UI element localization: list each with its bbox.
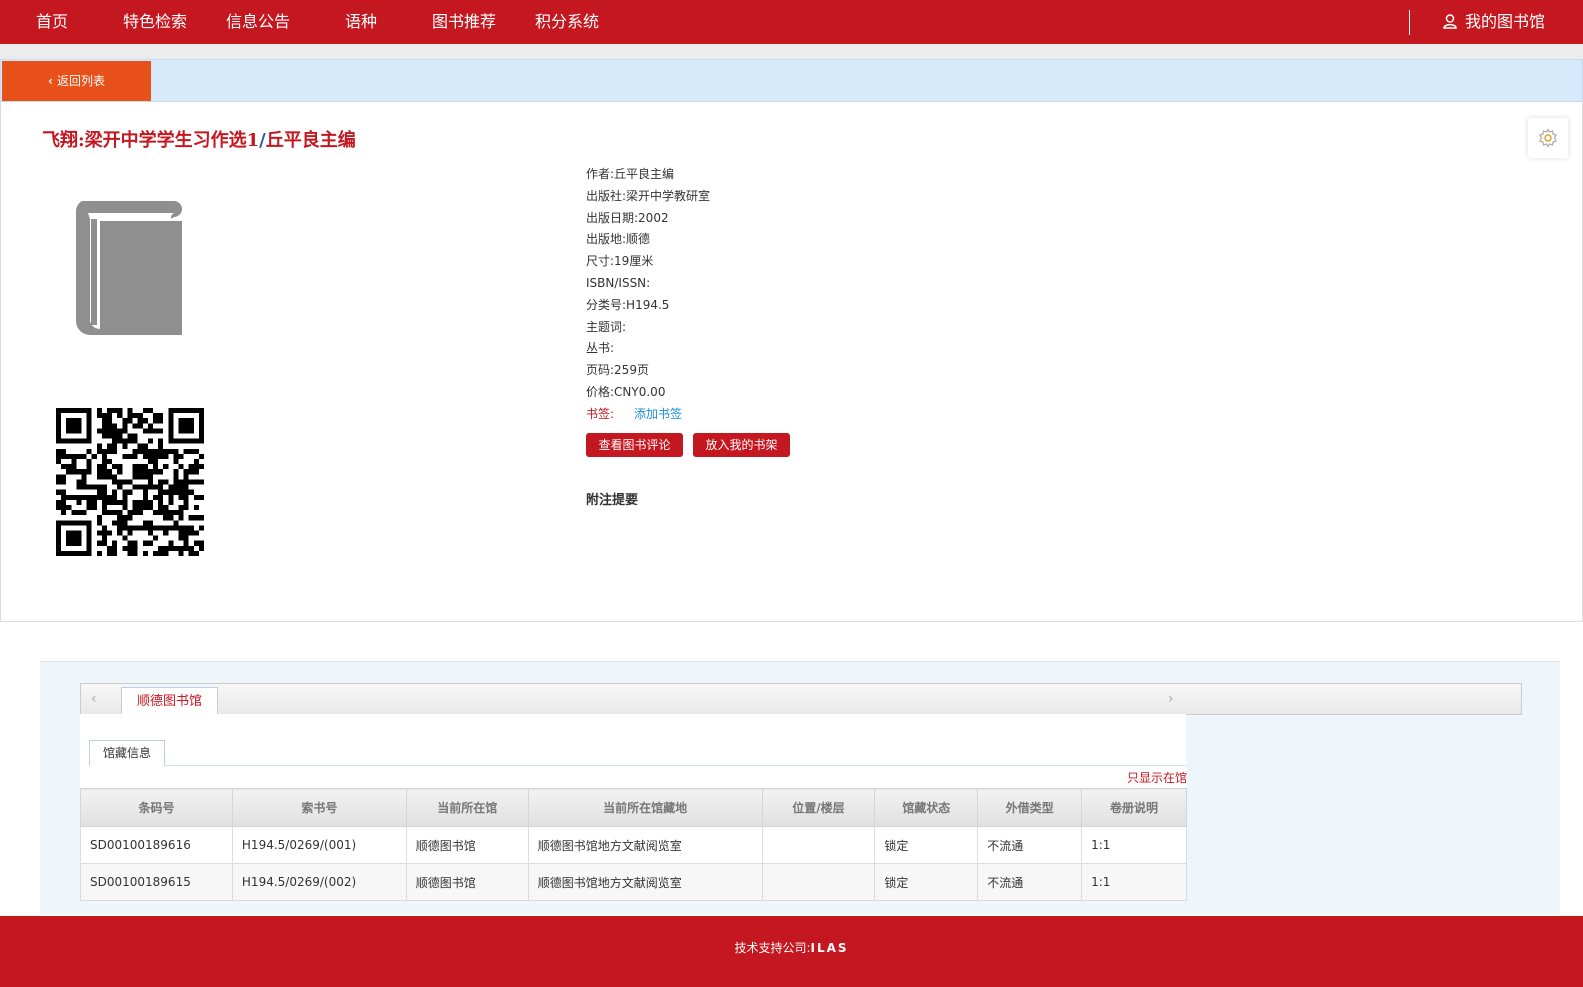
cell-volume-note: 1:1 (1081, 863, 1187, 901)
cell-barcode: SD00100189616 (80, 826, 233, 864)
sub-tab-underline (89, 765, 1186, 766)
tab-scroll-right-icon[interactable]: › (1168, 684, 1174, 714)
col-loan-type: 外借类型 (977, 788, 1083, 827)
nav-divider (1409, 10, 1410, 35)
meta-publisher: 出版社:梁开中学教研室 (586, 188, 711, 203)
nav-home[interactable]: 首页 (36, 0, 68, 44)
view-reviews-button[interactable]: 查看图书评论 (586, 433, 683, 457)
nav-points-system[interactable]: 积分系统 (535, 0, 599, 44)
footer-label: 技术支持公司: (734, 941, 811, 955)
qr-code (56, 408, 204, 556)
nav-languages[interactable]: 语种 (345, 0, 377, 44)
holdings-table: 条码号 索书号 当前所在馆 当前所在馆藏地 位置/楼层 馆藏状态 外借类型 卷册… (80, 788, 1187, 901)
book-title-main: 飞翔:梁开中学学生习作选1 (42, 130, 260, 151)
meta-series: 丛书: (586, 341, 615, 356)
back-bar: ‹ 返回列表 (0, 59, 1583, 102)
table-header-row: 条码号 索书号 当前所在馆 当前所在馆藏地 位置/楼层 馆藏状态 外借类型 卷册… (80, 788, 1187, 827)
nav-special-search[interactable]: 特色检索 (123, 0, 187, 44)
library-tab-bar: ‹ › (80, 683, 1522, 715)
settings-float-button[interactable] (1528, 118, 1568, 158)
tab-holding-info[interactable]: 馆藏信息 (89, 740, 165, 767)
meta-isbn: ISBN/ISSN: (586, 275, 651, 290)
qr-modules (56, 408, 204, 556)
top-navbar: 首页 特色检索 信息公告 语种 图书推荐 积分系统 我的图书馆 (0, 0, 1583, 44)
cell-current-location: 顺德图书馆地方文献阅览室 (527, 863, 763, 901)
cell-status: 锁定 (874, 863, 979, 901)
col-barcode: 条码号 (80, 788, 233, 827)
meta-subject: 主题词: (586, 319, 627, 334)
nav-announcements[interactable]: 信息公告 (226, 0, 290, 44)
table-row: SD00100189616 H194.5/0269/(001) 顺德图书馆 顺德… (80, 826, 1187, 864)
cell-call-number: H194.5/0269/(001) (231, 826, 407, 864)
nav-book-recommend[interactable]: 图书推荐 (432, 0, 496, 44)
book-title: 飞翔:梁开中学学生习作选1/丘平良主编 (42, 126, 356, 152)
cell-current-location: 顺德图书馆地方文献阅览室 (527, 826, 763, 864)
nav-shadow-strip (0, 44, 1583, 59)
col-shelf-floor: 位置/楼层 (761, 788, 876, 827)
meta-pubdate: 出版日期:2002 (586, 210, 669, 225)
cell-status: 锁定 (874, 826, 979, 864)
add-to-shelf-button[interactable]: 放入我的书架 (693, 433, 790, 457)
cell-current-library: 顺德图书馆 (405, 826, 529, 864)
book-detail-panel (0, 100, 1583, 622)
col-current-library: 当前所在馆 (405, 788, 529, 827)
cell-shelf-floor (761, 863, 876, 901)
cell-call-number: H194.5/0269/(002) (231, 863, 407, 901)
tab-shunde-library[interactable]: 顺德图书馆 (121, 687, 218, 715)
meta-size: 尺寸:19厘米 (586, 254, 654, 269)
cell-barcode: SD00100189615 (80, 863, 233, 901)
meta-price: 价格:CNY0.00 (586, 384, 666, 399)
cell-loan-type: 不流通 (977, 826, 1083, 864)
my-library-link[interactable]: 我的图书馆 (1443, 0, 1545, 44)
meta-author: 作者:丘平良主编 (586, 167, 675, 181)
user-icon (1443, 14, 1457, 29)
meta-class-number: 分类号:H194.5 (586, 297, 670, 312)
cell-shelf-floor (761, 826, 876, 864)
table-row: SD00100189615 H194.5/0269/(002) 顺德图书馆 顺德… (80, 863, 1187, 901)
cell-loan-type: 不流通 (977, 863, 1083, 901)
meta-place: 出版地:顺德 (586, 232, 651, 247)
col-status: 馆藏状态 (874, 788, 979, 827)
meta-bookmark: 书签: 添加书签 (586, 406, 683, 421)
col-volume-note: 卷册说明 (1081, 788, 1187, 827)
my-library-label: 我的图书馆 (1465, 12, 1546, 31)
book-metadata: 作者:丘平良主编 出版社:梁开中学教研室 出版日期:2002 出版地:顺德 尺寸… (586, 164, 710, 426)
col-current-location: 当前所在馆藏地 (527, 788, 763, 827)
tab-scroll-left-icon[interactable]: ‹ (91, 684, 97, 714)
col-call-number: 索书号 (231, 788, 407, 827)
back-to-list-label: 返回列表 (56, 74, 105, 88)
book-title-author: 丘平良主编 (265, 130, 356, 151)
add-bookmark-link[interactable]: 添加书签 (634, 407, 682, 421)
book-title-separator: / (259, 130, 266, 151)
footer: 技术支持公司:ILAS (0, 916, 1583, 987)
only-available-link[interactable]: 只显示在馆 (1127, 769, 1187, 786)
cell-volume-note: 1:1 (1081, 826, 1187, 864)
chevron-left-icon: ‹ (48, 74, 53, 88)
back-to-list-button[interactable]: ‹ 返回列表 (2, 61, 151, 101)
meta-pages: 页码:259页 (586, 363, 649, 378)
book-cover-placeholder-icon (75, 201, 182, 335)
notes-heading: 附注提要 (586, 493, 639, 508)
cell-current-library: 顺德图书馆 (405, 863, 529, 901)
footer-company: ILAS (810, 941, 849, 955)
gear-icon (1539, 128, 1557, 148)
